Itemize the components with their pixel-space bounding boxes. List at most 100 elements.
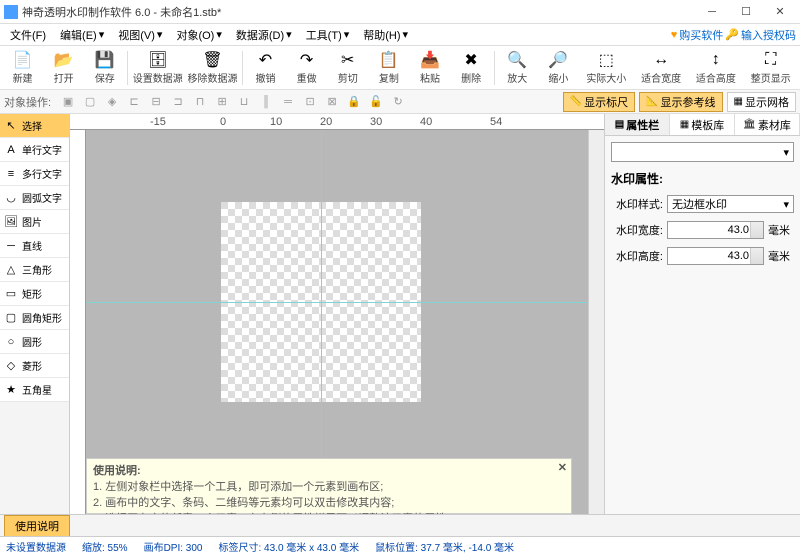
copy-button[interactable]: 📋复制 xyxy=(370,48,407,88)
image-icon: 🖼 xyxy=(4,215,18,229)
toggle-guides[interactable]: 📐显示参考线 xyxy=(639,92,722,112)
new-button[interactable]: 📄新建 xyxy=(4,48,41,88)
tool-circle[interactable]: ○圆形 xyxy=(0,330,69,354)
toggle-ruler[interactable]: 📏显示标尺 xyxy=(563,92,635,112)
buy-link[interactable]: ♥购买软件 xyxy=(671,27,724,43)
pointer-icon: ↖ xyxy=(4,119,18,133)
license-link[interactable]: 🔑输入授权码 xyxy=(725,27,796,43)
height-input[interactable]: 43.0 xyxy=(667,247,764,265)
minimize-button[interactable]: ─ xyxy=(696,2,728,22)
fitw-icon: ↔ xyxy=(651,50,671,70)
tool-rect[interactable]: ▭矩形 xyxy=(0,282,69,306)
redo-icon: ↷ xyxy=(297,50,317,70)
redo-button[interactable]: ↷重做 xyxy=(288,48,325,88)
tool-multi-text[interactable]: ≡多行文字 xyxy=(0,162,69,186)
undo-icon: ↶ xyxy=(256,50,276,70)
triangle-icon: △ xyxy=(4,263,18,277)
unlock-icon[interactable]: 🔓 xyxy=(367,93,385,111)
menu-view[interactable]: 视图(V)▾ xyxy=(112,25,168,45)
help-close-button[interactable]: ✕ xyxy=(558,461,567,474)
datasource-setup-button[interactable]: 🗄设置数据源 xyxy=(132,48,183,88)
star-icon: ★ xyxy=(4,383,18,397)
tool-single-text[interactable]: A单行文字 xyxy=(0,138,69,162)
refresh-icon[interactable]: ↻ xyxy=(389,93,407,111)
distribute-h-icon[interactable]: ║ xyxy=(257,93,275,111)
object-ops-label: 对象操作: xyxy=(4,94,51,110)
tool-triangle[interactable]: △三角形 xyxy=(0,258,69,282)
align-middle-icon[interactable]: ⊞ xyxy=(213,93,231,111)
tab-templates[interactable]: ▦模板库 xyxy=(670,114,735,135)
ungroup-icon[interactable]: ⊠ xyxy=(323,93,341,111)
align-center-icon[interactable]: ⊟ xyxy=(147,93,165,111)
group-icon[interactable]: ⊡ xyxy=(301,93,319,111)
file-icon: 📄 xyxy=(13,50,33,70)
height-unit: 毫米 xyxy=(768,248,794,264)
menu-help[interactable]: 帮助(H)▾ xyxy=(357,25,414,45)
app-icon xyxy=(4,5,18,19)
width-label: 水印宽度: xyxy=(611,222,663,238)
maximize-button[interactable]: ☐ xyxy=(730,2,762,22)
toggle-grid[interactable]: ▦显示网格 xyxy=(727,92,796,112)
align-right-icon[interactable]: ⊐ xyxy=(169,93,187,111)
actual-size-button[interactable]: ⬚实际大小 xyxy=(581,48,632,88)
database-icon: 🗄 xyxy=(148,50,168,70)
tab-properties[interactable]: ▤属性栏 xyxy=(605,114,670,135)
bottom-tab-help[interactable]: 使用说明 xyxy=(4,515,70,537)
menu-file[interactable]: 文件(F) xyxy=(4,25,52,45)
tool-arc-text[interactable]: ◡圆弧文字 xyxy=(0,186,69,210)
menu-tools[interactable]: 工具(T)▾ xyxy=(300,25,356,45)
bring-front-icon[interactable]: ▣ xyxy=(59,93,77,111)
undo-button[interactable]: ↶撤销 xyxy=(247,48,284,88)
fit-width-button[interactable]: ↔适合宽度 xyxy=(636,48,687,88)
tool-line[interactable]: ─直线 xyxy=(0,234,69,258)
actual-icon: ⬚ xyxy=(596,50,616,70)
menu-edit[interactable]: 编辑(E)▾ xyxy=(54,25,110,45)
props-section-title: 水印属性: xyxy=(611,170,794,187)
style-select[interactable]: 无边框水印▾ xyxy=(667,195,794,213)
style-label: 水印样式: xyxy=(611,196,663,212)
zoomin-icon: 🔍 xyxy=(507,50,527,70)
zoomin-button[interactable]: 🔍放大 xyxy=(499,48,536,88)
align-bottom-icon[interactable]: ⊔ xyxy=(235,93,253,111)
open-button[interactable]: 📂打开 xyxy=(45,48,82,88)
guide-vertical[interactable] xyxy=(321,130,322,514)
menu-object[interactable]: 对象(O)▾ xyxy=(170,25,227,45)
rect-icon: ▭ xyxy=(4,287,18,301)
tool-select[interactable]: ↖选择 xyxy=(0,114,69,138)
guide-horizontal[interactable] xyxy=(86,302,588,303)
align-left-icon[interactable]: ⊏ xyxy=(125,93,143,111)
element-selector[interactable]: ▾ xyxy=(611,142,794,162)
close-button[interactable]: ✕ xyxy=(764,2,796,22)
zoomout-button[interactable]: 🔎缩小 xyxy=(540,48,577,88)
ruler-horizontal: -15 0 10 20 30 40 54 xyxy=(70,114,604,130)
fit-height-button[interactable]: ↕适合高度 xyxy=(691,48,742,88)
tool-image[interactable]: 🖼图片 xyxy=(0,210,69,234)
tab-assets[interactable]: 🏛素材库 xyxy=(735,114,800,135)
menu-datasource[interactable]: 数据源(D)▾ xyxy=(230,25,298,45)
send-back-icon[interactable]: ▢ xyxy=(81,93,99,111)
save-icon: 💾 xyxy=(95,50,115,70)
fit-page-button[interactable]: ⛶整页显示 xyxy=(745,48,796,88)
distribute-v-icon[interactable]: ═ xyxy=(279,93,297,111)
save-button[interactable]: 💾保存 xyxy=(86,48,123,88)
lock-icon[interactable]: 🔒 xyxy=(345,93,363,111)
line-icon: ─ xyxy=(4,239,18,253)
scrollbar-vertical[interactable] xyxy=(588,130,604,514)
cut-button[interactable]: ✂剪切 xyxy=(329,48,366,88)
fith-icon: ↕ xyxy=(706,50,726,70)
tool-star[interactable]: ★五角星 xyxy=(0,378,69,402)
delete-button[interactable]: ✖删除 xyxy=(453,48,490,88)
tool-diamond[interactable]: ◇菱形 xyxy=(0,354,69,378)
status-dpi: 画布DPI: 300 xyxy=(144,539,203,554)
tool-roundrect[interactable]: ▢圆角矩形 xyxy=(0,306,69,330)
delete-icon: ✖ xyxy=(461,50,481,70)
align-top-icon[interactable]: ⊓ xyxy=(191,93,209,111)
width-input[interactable]: 43.0 xyxy=(667,221,764,239)
paste-button[interactable]: 📥粘贴 xyxy=(411,48,448,88)
layer-icon[interactable]: ◈ xyxy=(103,93,121,111)
canvas[interactable]: ✕ 使用说明: 1. 左侧对象栏中选择一个工具，即可添加一个元素到画布区; 2.… xyxy=(86,130,588,514)
cut-icon: ✂ xyxy=(338,50,358,70)
zoomout-icon: 🔎 xyxy=(548,50,568,70)
datasource-remove-button[interactable]: 🗑移除数据源 xyxy=(187,48,238,88)
database-remove-icon: 🗑 xyxy=(203,50,223,70)
